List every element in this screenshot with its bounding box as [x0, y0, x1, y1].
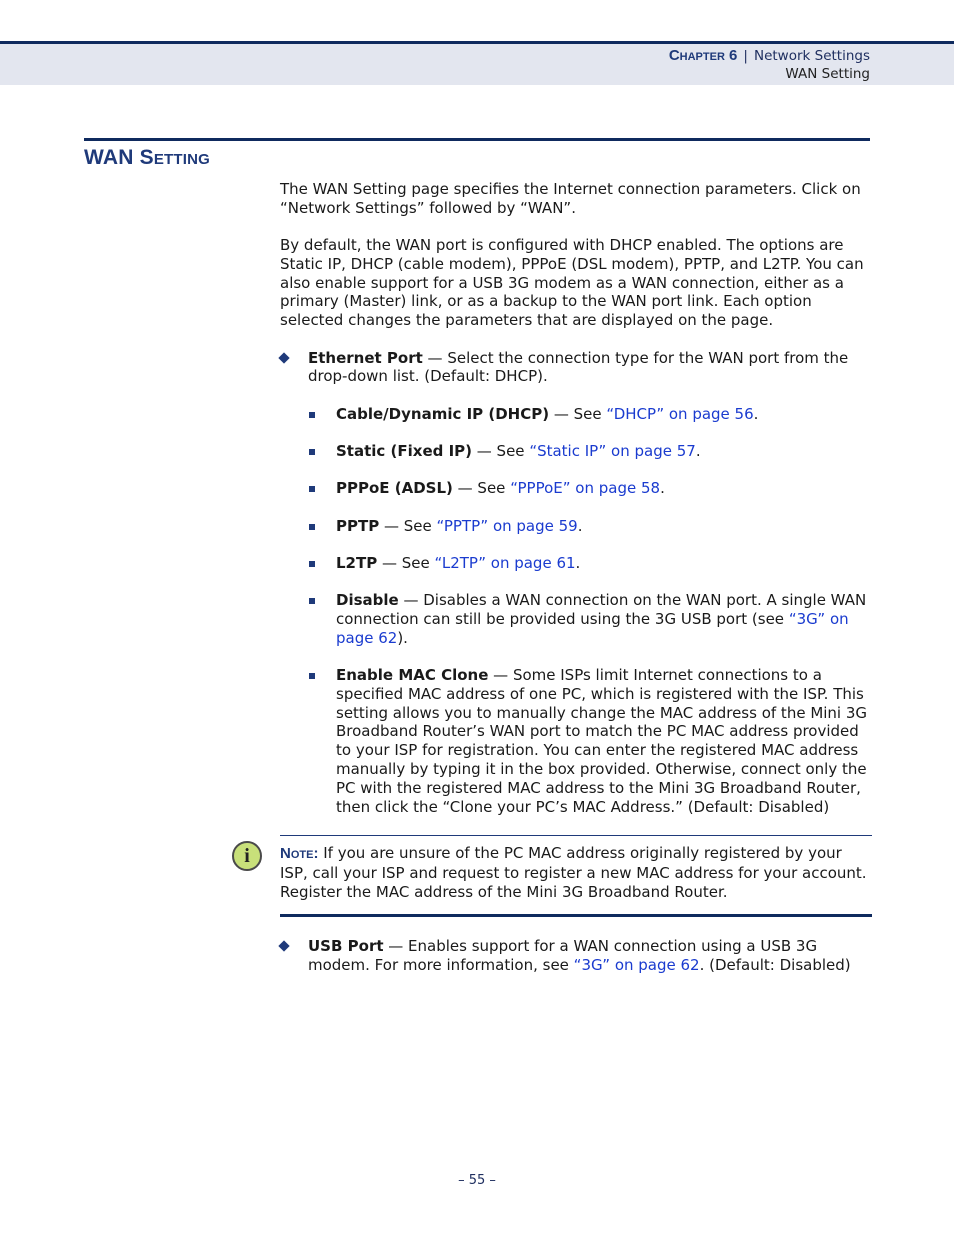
- option-item-disable: Disable — Disables a WAN connection on t…: [280, 591, 872, 647]
- square-bullet-icon: [309, 486, 315, 493]
- running-header: Chapter 6 | Network Settings WAN Setting: [0, 41, 954, 85]
- square-bullet-icon: [309, 598, 315, 605]
- header-separator: |: [743, 48, 748, 64]
- option-text-end: .: [660, 479, 665, 498]
- option-text: — See: [549, 404, 607, 423]
- page-body: The WAN Setting page specifies the Inter…: [232, 180, 872, 993]
- note-label: Note:: [280, 844, 319, 862]
- option-text-end: .: [753, 404, 759, 423]
- chapter-label: Chapter 6: [668, 47, 738, 64]
- header-section: Network Settings: [753, 48, 870, 64]
- option-term: PPPoE (ADSL): [336, 479, 453, 498]
- option-item-l2tp: L2TP — See “L2TP” on page 61.: [280, 554, 872, 573]
- intro-paragraph-1: The WAN Setting page specifies the Inter…: [280, 180, 861, 217]
- option-text: — See: [379, 516, 437, 535]
- option-text: — See: [452, 479, 511, 498]
- header-text: Chapter 6 | Network Settings WAN Setting: [669, 47, 870, 83]
- option-item-pppoe: PPPoE (ADSL) — See “PPPoE” on page 58.: [280, 479, 872, 498]
- square-bullet-icon: [309, 448, 315, 455]
- ethernet-port-item: Ethernet Port — Select the connection ty…: [278, 348, 872, 387]
- item-term: USB Port: [308, 937, 384, 956]
- square-bullet-icon: [309, 523, 315, 530]
- link-3g-usb[interactable]: “3G” on page 62: [574, 956, 700, 974]
- option-item-static: Static (Fixed IP) — See “Static IP” on p…: [280, 442, 872, 461]
- item-term: Ethernet Port: [308, 348, 423, 367]
- option-text-end: .: [695, 441, 701, 460]
- option-term: L2TP: [336, 553, 378, 572]
- square-bullet-icon: [309, 673, 315, 680]
- item-desc-end: . (Default: Disabled): [699, 956, 851, 975]
- note-text: If you are unsure of the PC MAC address …: [280, 843, 867, 901]
- option-item-pptp: PPTP — See “PPTP” on page 59.: [280, 517, 872, 536]
- page-title: WAN Setting: [84, 146, 211, 169]
- option-term: Disable: [336, 591, 399, 610]
- option-item-dhcp: Cable/Dynamic IP (DHCP) — See “DHCP” on …: [280, 405, 872, 424]
- link-static-ip[interactable]: “Static IP” on page 57: [529, 442, 696, 460]
- square-bullet-icon: [309, 411, 315, 418]
- page-number: – 55 –: [458, 1173, 496, 1188]
- option-item-mac-clone: Enable MAC Clone — Some ISPs limit Inter…: [280, 666, 872, 816]
- diamond-bullet-icon: [278, 940, 290, 952]
- option-text-end: ).: [397, 628, 408, 647]
- option-term: PPTP: [336, 516, 380, 535]
- option-text-end: .: [577, 516, 583, 535]
- link-dhcp[interactable]: “DHCP” on page 56: [606, 405, 753, 423]
- title-rule: [84, 138, 870, 141]
- diamond-bullet-icon: [278, 351, 290, 364]
- option-text: — See: [472, 441, 530, 460]
- option-term: Cable/Dynamic IP (DHCP): [336, 404, 550, 423]
- square-bullet-icon: [309, 560, 315, 567]
- option-text-end: .: [575, 553, 581, 572]
- intro-paragraph-2: By default, the WAN port is configured w…: [280, 236, 864, 330]
- option-text: — Some ISPs limit Internet connections t…: [336, 666, 868, 816]
- link-pppoe[interactable]: “PPPoE” on page 58: [510, 479, 660, 497]
- option-text: — See: [377, 553, 435, 572]
- option-text: — Disables a WAN connection on the WAN p…: [336, 591, 867, 628]
- link-pptp[interactable]: “PPTP” on page 59: [437, 517, 578, 535]
- header-subsection: WAN Setting: [785, 66, 870, 82]
- link-l2tp[interactable]: “L2TP” on page 61: [435, 554, 576, 572]
- option-term: Static (Fixed IP): [336, 441, 473, 460]
- info-icon: i: [232, 840, 262, 871]
- note-box: i Note: If you are unsure of the PC MAC …: [232, 834, 872, 918]
- usb-port-item: USB Port — Enables support for a WAN con…: [278, 937, 872, 975]
- option-term: Enable MAC Clone: [336, 666, 489, 685]
